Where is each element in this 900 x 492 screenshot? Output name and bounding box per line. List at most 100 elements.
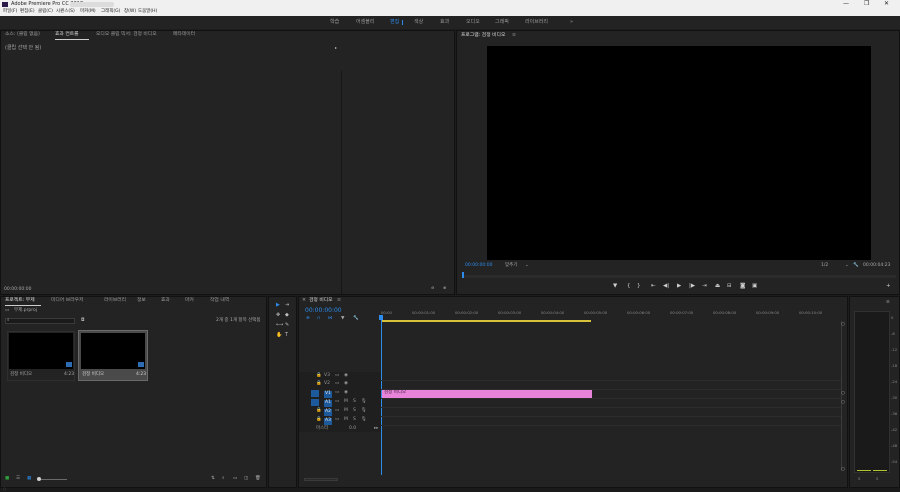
menu-graphics[interactable]: 그래픽(G) [101, 9, 120, 15]
tab-info[interactable]: 정보 [137, 298, 146, 304]
lock-icon[interactable]: 🔒 [316, 381, 322, 387]
icon-view-icon[interactable]: ▦ [27, 476, 31, 482]
new-bin-icon[interactable]: ▭ [233, 476, 237, 482]
scroll-handle-icon[interactable]: ○ [841, 467, 845, 473]
nest-icon[interactable]: ⊕ [306, 316, 310, 322]
mic-icon[interactable]: 🎙 [361, 417, 367, 423]
workspace-learn[interactable]: 학습 [330, 20, 339, 25]
tab-source[interactable]: 소스: (클립 없음) [5, 32, 40, 38]
track-label-v1[interactable]: V1 [324, 391, 332, 398]
meter-menu-icon[interactable]: ≡ [886, 300, 890, 306]
button-editor-icon[interactable]: + [886, 283, 891, 290]
mic-icon[interactable]: 🎙 [361, 408, 367, 414]
menu-clip[interactable]: 클립(C) [38, 9, 53, 15]
source-patch-a1[interactable] [311, 399, 319, 406]
project-item[interactable]: 검정 비디오 4:23 [7, 331, 75, 381]
tab-effect-controls[interactable]: 효과 컨트롤 [55, 32, 79, 38]
timeline-settings-icon[interactable]: 🔧 [353, 316, 359, 322]
more-workspaces-icon[interactable]: » [570, 20, 573, 25]
track-label-v2[interactable]: V2 [324, 381, 330, 387]
sync-lock-icon[interactable]: ▭ [335, 408, 339, 414]
add-marker-icon[interactable]: ▼ [613, 283, 617, 290]
go-to-out-icon[interactable]: ⇥ [702, 283, 707, 290]
wrench-icon[interactable]: 🔧 [853, 263, 859, 269]
program-timecode[interactable]: 00:00:00:00 [465, 263, 492, 269]
zoom-icon[interactable]: ⊖ [431, 286, 434, 290]
step-forward-icon[interactable]: |▶ [689, 283, 695, 290]
master-volume[interactable]: 0.0 [349, 426, 356, 432]
lock-icon[interactable]: 🔒 [316, 408, 322, 414]
program-video-viewer[interactable] [487, 46, 871, 260]
camera-icon[interactable]: ◙ [740, 283, 745, 290]
maximize-button[interactable]: ❐ [864, 1, 869, 7]
eye-icon[interactable]: ◉ [344, 390, 348, 396]
menu-file[interactable]: 파일(F) [3, 9, 17, 15]
linked-selection-icon[interactable]: ⋈ [328, 316, 333, 322]
play-button[interactable]: ▶ [677, 283, 681, 290]
workspace-graphics[interactable]: 그래픽 [495, 20, 509, 25]
mic-icon[interactable]: 🎙 [361, 399, 367, 405]
go-to-in-icon[interactable]: ⇤ [651, 283, 656, 290]
play-arrow-icon[interactable]: ▸ [335, 46, 337, 50]
close-button[interactable]: ✕ [884, 1, 889, 7]
mute-icon[interactable]: M [344, 417, 348, 423]
eye-icon[interactable]: ◉ [344, 373, 348, 379]
workspace-assembly[interactable]: 어셈블리 [356, 20, 374, 25]
tab-audio-clip-mixer[interactable]: 오디오 클립 믹서: 검정 비디오 [96, 32, 157, 38]
comparison-view-icon[interactable]: ▣ [752, 283, 757, 290]
extract-icon[interactable]: ⊟ [727, 283, 732, 290]
scroll-handle-icon[interactable]: ○ [841, 400, 845, 406]
scroll-handle-icon[interactable]: ○ [841, 322, 845, 328]
video-clip[interactable]: 검정 비디오 [382, 390, 592, 398]
zoom-slider[interactable] [37, 479, 67, 480]
timeline-tab[interactable]: 검정 비디오 [309, 298, 333, 304]
new-search-bin-icon[interactable]: ◘ [81, 318, 85, 324]
work-area-bar[interactable] [381, 320, 591, 322]
track-select-tool-icon[interactable]: ⇥ [285, 303, 289, 308]
solo-icon[interactable]: S [353, 399, 356, 405]
minimize-button[interactable]: — [843, 1, 849, 7]
track-label-a1[interactable]: A1 [324, 400, 332, 407]
tab-libraries[interactable]: 라이브러리 [104, 298, 126, 304]
tab-markers[interactable]: 마커 [185, 298, 194, 304]
solo-right-button[interactable]: S [876, 477, 878, 481]
zoom-slider-handle[interactable] [37, 477, 41, 481]
fit-dropdown[interactable]: 맞추기 [505, 263, 517, 269]
sync-lock-icon[interactable]: ▭ [335, 399, 339, 405]
menu-help[interactable]: 도움말(H) [138, 9, 157, 15]
workspace-editing[interactable]: 편집 [390, 20, 399, 25]
solo-icon[interactable]: S [353, 408, 356, 414]
mark-out-icon[interactable]: } [637, 283, 641, 290]
scroll-handle-icon[interactable]: ○ [841, 391, 845, 397]
tab-media-browser[interactable]: 미디어 브라우저 [51, 298, 83, 304]
hand-tool-icon[interactable]: ✋ [276, 333, 282, 338]
eye-icon[interactable]: ◉ [344, 381, 348, 387]
sync-lock-icon[interactable]: ▭ [335, 381, 339, 387]
sort-icon[interactable]: ⇅ [211, 476, 215, 482]
sync-lock-icon[interactable]: ▭ [335, 373, 339, 379]
time-ruler[interactable]: 00:00 00:00:01:00 00:00:02:00 00:00:03:0… [381, 307, 841, 319]
pen-tool-icon[interactable]: ✎ [285, 323, 289, 328]
type-tool-icon[interactable]: T [285, 333, 288, 338]
razor-tool-icon[interactable]: ◆ [285, 313, 289, 318]
new-item-icon[interactable]: ◫ [244, 476, 248, 482]
track-label-a2[interactable]: A2 [324, 409, 332, 416]
program-tab-menu-icon[interactable]: ≡ [512, 33, 516, 39]
lock-icon[interactable]: 🔒 [316, 373, 322, 379]
find-icon[interactable]: ⌕ [222, 476, 225, 482]
workspace-effects[interactable]: 효과 [440, 20, 449, 25]
mark-in-icon[interactable]: { [627, 283, 631, 290]
horizontal-scrollbar[interactable] [304, 478, 338, 481]
program-playhead[interactable] [462, 272, 464, 278]
lock-icon[interactable]: ■ [5, 476, 9, 482]
sync-lock-icon[interactable]: ▭ [335, 390, 339, 396]
step-back-icon[interactable]: ◀| [663, 283, 669, 290]
menu-window[interactable]: 창(W) [124, 9, 136, 15]
track-lanes[interactable]: 검정 비디오 [381, 372, 841, 432]
trash-icon[interactable]: 🗑 [255, 476, 261, 482]
workspace-menu-icon[interactable] [402, 20, 403, 25]
menu-sequence[interactable]: 시퀀스(S) [56, 9, 75, 15]
project-item-selected[interactable]: 검정 비디오 4:23 [78, 330, 148, 381]
tab-metadata[interactable]: 메타데이터 [173, 32, 195, 38]
source-patch-v1[interactable] [311, 390, 319, 397]
